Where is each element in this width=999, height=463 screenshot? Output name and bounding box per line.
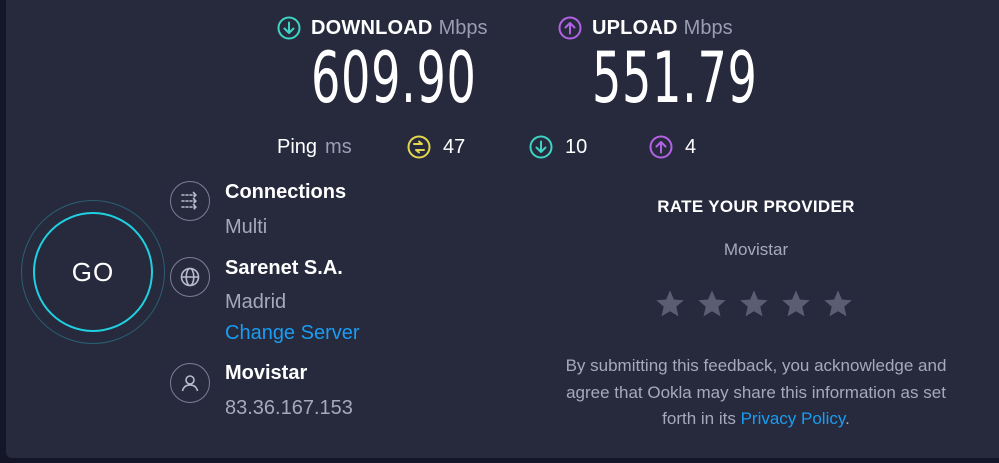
upload-value: 551.79 bbox=[592, 37, 758, 119]
server-location: Madrid bbox=[225, 291, 287, 313]
star-icon[interactable] bbox=[696, 288, 728, 320]
arrow-down-circle-icon bbox=[529, 135, 553, 159]
user-icon bbox=[170, 363, 210, 403]
ping-download[interactable]: 10 bbox=[529, 133, 587, 161]
ping-idle-value: 47 bbox=[443, 135, 466, 158]
ping-label: Ping bbox=[277, 135, 318, 158]
connections-icon bbox=[170, 181, 210, 221]
star-icon[interactable] bbox=[738, 288, 770, 320]
ping-upload-value: 4 bbox=[685, 135, 697, 158]
go-button[interactable]: GO bbox=[33, 212, 153, 332]
download-value: 609.90 bbox=[311, 37, 477, 119]
disclaimer-line-1: By submitting this feedback, you acknowl… bbox=[565, 356, 947, 375]
rate-provider-title: RATE YOUR PROVIDER bbox=[657, 197, 855, 216]
ping-idle[interactable]: 47 bbox=[407, 133, 465, 161]
rate-provider-name: Movistar bbox=[723, 240, 789, 259]
star-rating bbox=[654, 288, 864, 320]
ping-label-group: Ping ms bbox=[277, 133, 352, 161]
star-icon[interactable] bbox=[822, 288, 854, 320]
isp-name: Movistar bbox=[225, 362, 308, 384]
globe-icon bbox=[170, 257, 210, 297]
change-server-link[interactable]: Change Server bbox=[225, 322, 360, 345]
connections-value: Multi bbox=[225, 216, 268, 238]
connections-title: Connections bbox=[225, 181, 347, 203]
disclaimer-suffix: . bbox=[845, 409, 850, 428]
ping-idle-icon bbox=[407, 135, 431, 159]
arrow-up-circle-icon bbox=[558, 16, 582, 40]
ping-upload[interactable]: 4 bbox=[649, 133, 696, 161]
privacy-policy-link[interactable]: Privacy Policy bbox=[741, 409, 846, 428]
disclaimer-line-3: forth in its bbox=[662, 409, 741, 428]
feedback-disclaimer: By submitting this feedback, you acknowl… bbox=[540, 353, 972, 433]
star-icon[interactable] bbox=[780, 288, 812, 320]
isp-ip: 83.36.167.153 bbox=[225, 397, 353, 419]
arrow-down-circle-icon bbox=[277, 16, 301, 40]
disclaimer-line-2: agree that Ookla may share this informat… bbox=[566, 382, 946, 402]
ping-download-value: 10 bbox=[565, 135, 588, 158]
arrow-up-circle-icon bbox=[649, 135, 673, 159]
star-icon[interactable] bbox=[654, 288, 686, 320]
server-name: Sarenet S.A. bbox=[225, 257, 343, 279]
ping-unit: ms bbox=[325, 135, 352, 158]
